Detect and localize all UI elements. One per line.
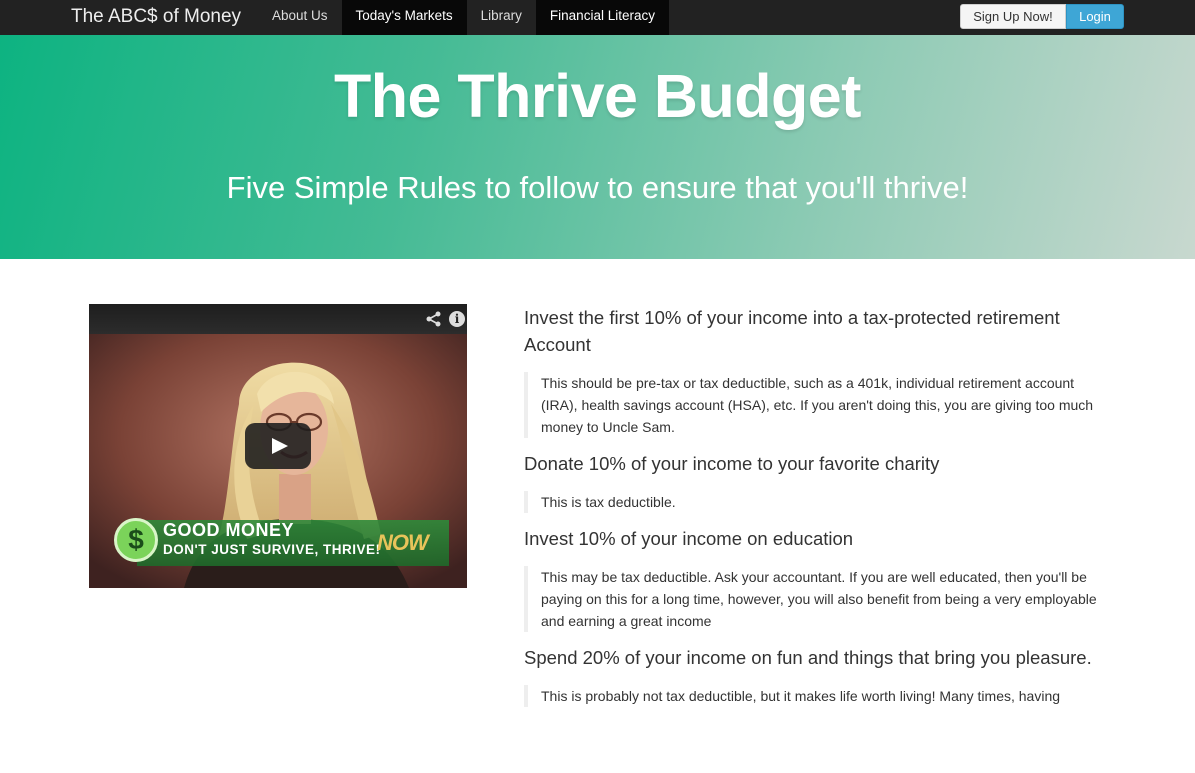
dollar-icon: $ xyxy=(114,518,158,562)
rule-heading: Invest the first 10% of your income into… xyxy=(524,307,1060,355)
nav-about-us[interactable]: About Us xyxy=(258,0,342,35)
lower-third-title: GOOD MONEY xyxy=(163,520,295,540)
sign-up-button[interactable]: Sign Up Now! xyxy=(960,4,1066,29)
video-player[interactable]: i $ GOOD MONEY DON'T JUST SURVIVE, THRIV… xyxy=(89,304,467,588)
video-lower-third: $ GOOD MONEY DON'T JUST SURVIVE, THRIVE!… xyxy=(109,514,459,570)
lower-third-subtitle: DON'T JUST SURVIVE, THRIVE! xyxy=(163,542,381,557)
nav-links: About Us Today's Markets Library Financi… xyxy=(258,0,669,35)
rule-detail: This may be tax deductible. Ask your acc… xyxy=(524,566,1104,632)
nav-library[interactable]: Library xyxy=(467,0,536,35)
rule-heading: Donate 10% of your income to your favori… xyxy=(524,453,940,474)
rule-detail: This is tax deductible. xyxy=(524,491,1104,513)
page-title: The Thrive Budget xyxy=(334,62,861,130)
rule-detail: This is probably not tax deductible, but… xyxy=(524,685,1104,707)
news-now-logo: NOW xyxy=(377,530,429,555)
nav-financial-literacy[interactable]: Financial Literacy xyxy=(535,0,669,35)
top-navbar: The ABC$ of Money About Us Today's Marke… xyxy=(0,0,1195,35)
hero-banner: The Thrive Budget Five Simple Rules to f… xyxy=(0,35,1195,259)
play-icon[interactable] xyxy=(245,423,311,469)
login-button[interactable]: Login xyxy=(1066,4,1124,29)
share-icon[interactable] xyxy=(425,310,443,328)
rules-list: Invest the first 10% of your income into… xyxy=(524,304,1104,719)
brand-logo[interactable]: The ABC$ of Money xyxy=(71,5,241,29)
auth-buttons: Sign Up Now! Login xyxy=(960,4,1124,29)
page-subtitle: Five Simple Rules to follow to ensure th… xyxy=(226,170,969,205)
video-top-bar: i xyxy=(89,304,467,334)
rule-heading: Spend 20% of your income on fun and thin… xyxy=(524,647,1092,668)
rule-detail: This should be pre-tax or tax deductible… xyxy=(524,372,1104,438)
info-icon[interactable]: i xyxy=(449,311,465,327)
rule-heading: Invest 10% of your income on education xyxy=(524,528,854,549)
nav-todays-markets[interactable]: Today's Markets xyxy=(341,0,467,35)
